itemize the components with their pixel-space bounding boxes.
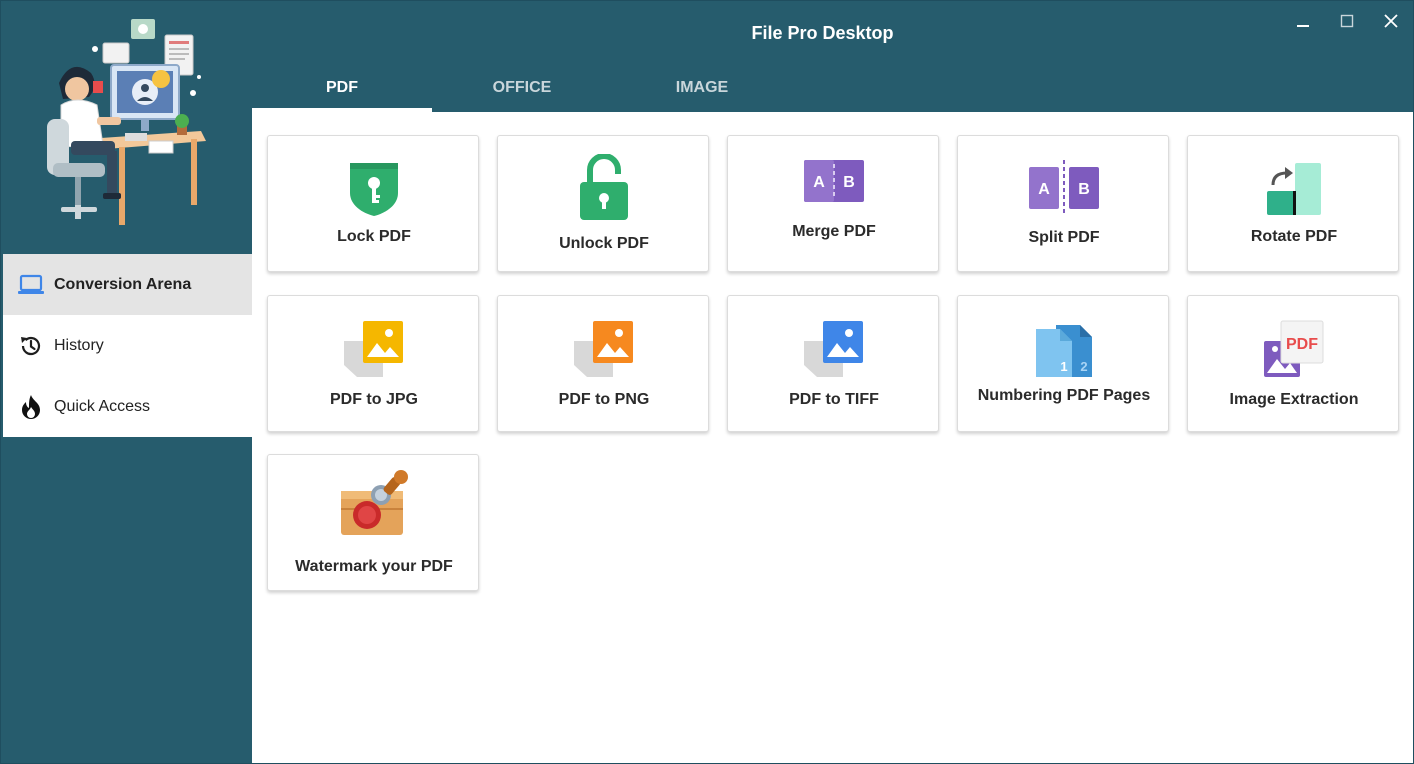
merge-letter-a: A xyxy=(813,174,825,191)
merge-letter-b: B xyxy=(843,174,855,191)
split-letter-b: B xyxy=(1078,181,1090,198)
stamp-seal-icon xyxy=(341,470,408,535)
app-window: Conversion Arena History Quick Access Fi… xyxy=(0,0,1414,764)
laptop-icon xyxy=(17,271,45,299)
rotate-pdf-card[interactable]: Rotate PDF xyxy=(1187,135,1399,272)
numbering-digit-2: 2 xyxy=(1080,359,1087,374)
image-extraction-icon: PDF xyxy=(1264,320,1324,377)
split-pdf-card[interactable]: A B Split PDF xyxy=(957,135,1169,272)
close-icon xyxy=(1384,14,1398,28)
sidebar-item-quick-access[interactable]: Quick Access xyxy=(3,376,252,437)
tool-label: Lock PDF xyxy=(337,228,411,245)
sidebar-nav: Conversion Arena History Quick Access xyxy=(3,254,252,437)
lock-pdf-card[interactable]: Lock PDF xyxy=(267,135,479,272)
unlock-icon xyxy=(580,154,628,220)
pdf-to-tiff-card[interactable]: PDF to TIFF xyxy=(727,295,939,432)
minimize-icon xyxy=(1297,25,1309,27)
header: File Pro Desktop PDF OFFICE IMAGE xyxy=(252,1,1413,112)
maximize-button[interactable] xyxy=(1325,1,1369,41)
sidebar: Conversion Arena History Quick Access xyxy=(1,1,252,763)
tool-label: Image Extraction xyxy=(1229,391,1359,408)
pdf-to-jpg-card[interactable]: PDF to JPG xyxy=(267,295,479,432)
sidebar-item-label: History xyxy=(54,336,104,354)
merge-icon: A B xyxy=(804,160,864,202)
close-button[interactable] xyxy=(1369,1,1413,41)
split-icon: A B xyxy=(1029,160,1099,214)
sidebar-item-label: Conversion Arena xyxy=(54,275,192,293)
extraction-pdf-text: PDF xyxy=(1286,336,1318,353)
flame-icon xyxy=(17,393,45,421)
tool-label: PDF to PNG xyxy=(558,391,650,408)
tab-image[interactable]: IMAGE xyxy=(612,67,792,112)
tool-label: Rotate PDF xyxy=(1250,228,1338,245)
workspace-illustration xyxy=(47,19,206,225)
jpg-image-icon xyxy=(344,321,403,377)
merge-pdf-card[interactable]: A B Merge PDF xyxy=(727,135,939,272)
unlock-pdf-card[interactable]: Unlock PDF xyxy=(497,135,709,272)
tab-pdf[interactable]: PDF xyxy=(252,67,432,112)
tool-label: Watermark your PDF xyxy=(295,558,453,575)
tool-label: PDF to JPG xyxy=(329,391,418,408)
tools-grid: Lock PDF Unlock PDF A B Merge PDF A B Sp… xyxy=(252,112,1413,763)
tool-label: Numbering PDF Pages xyxy=(977,387,1151,404)
history-icon xyxy=(17,332,45,360)
sidebar-item-history[interactable]: History xyxy=(3,315,252,376)
split-letter-a: A xyxy=(1038,181,1050,198)
window-controls xyxy=(1281,1,1413,45)
png-image-icon xyxy=(574,321,633,377)
maximize-icon xyxy=(1340,14,1354,28)
tool-label: Split PDF xyxy=(1028,229,1100,246)
window-title: File Pro Desktop xyxy=(751,23,894,43)
tiff-image-icon xyxy=(804,321,863,377)
pdf-to-png-card[interactable]: PDF to PNG xyxy=(497,295,709,432)
watermark-pdf-card[interactable]: Watermark your PDF xyxy=(267,454,479,591)
lock-shield-icon xyxy=(350,163,398,216)
numbering-digit-1: 1 xyxy=(1060,359,1067,374)
sidebar-item-label: Quick Access xyxy=(54,397,151,415)
minimize-button[interactable] xyxy=(1281,1,1325,41)
tab-office[interactable]: OFFICE xyxy=(432,67,612,112)
numbering-pdf-pages-card[interactable]: 1 2 Numbering PDF Pages xyxy=(957,295,1169,432)
tab-bar: PDF OFFICE IMAGE xyxy=(252,67,792,112)
tool-label: Merge PDF xyxy=(792,223,876,240)
image-extraction-card[interactable]: PDF Image Extraction xyxy=(1187,295,1399,432)
page-numbering-icon: 1 2 xyxy=(1036,325,1092,377)
tool-label: PDF to TIFF xyxy=(789,391,879,408)
sidebar-item-conversion-arena[interactable]: Conversion Arena xyxy=(3,254,252,315)
tool-label: Unlock PDF xyxy=(559,235,649,252)
rotate-icon xyxy=(1267,163,1321,215)
